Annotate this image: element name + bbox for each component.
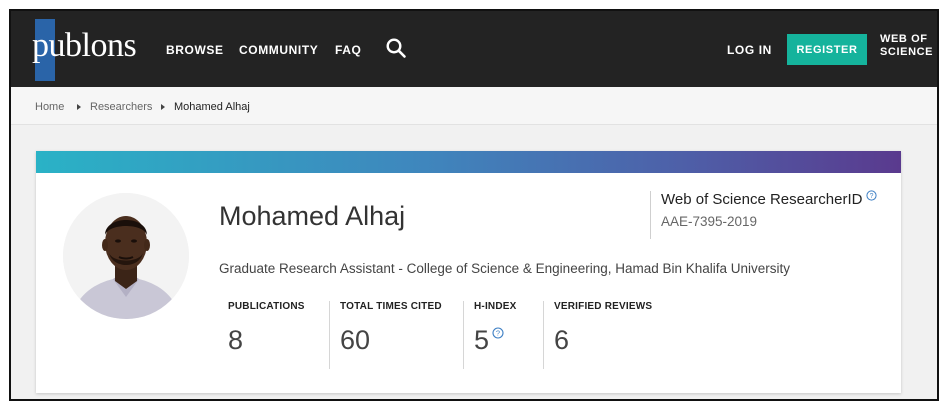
- profile-photo-icon: [63, 193, 189, 319]
- breadcrumb-arrow-icon: [77, 104, 81, 110]
- metric-publications[interactable]: PUBLICATIONS 8: [218, 301, 305, 369]
- wos-line-1: WEB OF: [880, 33, 928, 45]
- metric-label: TOTAL TIMES CITED: [340, 301, 442, 312]
- metric-value: 8: [228, 325, 244, 355]
- info-icon[interactable]: ?: [492, 327, 504, 339]
- researcher-id-block: Web of Science ResearcherID ? AAE-7395-2…: [650, 190, 878, 239]
- nav-faq[interactable]: FAQ: [335, 43, 361, 57]
- researcher-id-label: Web of Science ResearcherID: [661, 191, 863, 208]
- top-navbar: publons BROWSE COMMUNITY FAQ LOG IN REGI…: [11, 11, 937, 87]
- researcher-id-value: AAE-7395-2019: [661, 214, 758, 229]
- researcher-name: Mohamed Alhaj: [219, 201, 406, 231]
- metric-label: PUBLICATIONS: [228, 301, 305, 312]
- metric-value: 60: [340, 325, 371, 355]
- search-icon[interactable]: [385, 37, 407, 59]
- profile-card: Mohamed Alhaj Web of Science ResearcherI…: [36, 151, 901, 393]
- breadcrumb-home[interactable]: Home: [35, 101, 64, 113]
- metric-times-cited[interactable]: TOTAL TIMES CITED 60: [329, 301, 442, 369]
- svg-text:?: ?: [496, 329, 500, 338]
- register-button[interactable]: REGISTER: [787, 34, 867, 65]
- wos-line-2: SCIENCE: [880, 46, 934, 58]
- breadcrumb: Home Researchers Mohamed Alhaj: [11, 87, 937, 125]
- metric-value: 6: [554, 325, 570, 355]
- metric-value: 5: [474, 325, 490, 355]
- publons-logo[interactable]: publons: [29, 19, 161, 81]
- breadcrumb-current: Mohamed Alhaj: [174, 101, 250, 113]
- logo-text: publons: [32, 27, 137, 64]
- web-of-science-link[interactable]: WEB OF SCIENCE: [880, 33, 933, 59]
- nav-browse[interactable]: BROWSE: [166, 43, 224, 57]
- login-link[interactable]: LOG IN: [727, 43, 772, 57]
- affiliation-text: Graduate Research Assistant - College of…: [219, 261, 791, 276]
- metric-label: VERIFIED REVIEWS: [554, 301, 653, 312]
- avatar: [63, 193, 189, 319]
- metric-h-index[interactable]: H-INDEX 5 ?: [463, 301, 517, 369]
- breadcrumb-researchers[interactable]: Researchers: [90, 101, 152, 113]
- metric-verified-reviews[interactable]: VERIFIED REVIEWS 6: [543, 301, 652, 369]
- nav-community[interactable]: COMMUNITY: [239, 43, 318, 57]
- metric-label: H-INDEX: [474, 301, 517, 312]
- info-icon[interactable]: ?: [866, 190, 878, 201]
- svg-text:?: ?: [870, 193, 874, 200]
- card-gradient-bar: [36, 151, 901, 173]
- breadcrumb-arrow-icon: [161, 104, 165, 110]
- browser-frame: publons BROWSE COMMUNITY FAQ LOG IN REGI…: [9, 9, 939, 401]
